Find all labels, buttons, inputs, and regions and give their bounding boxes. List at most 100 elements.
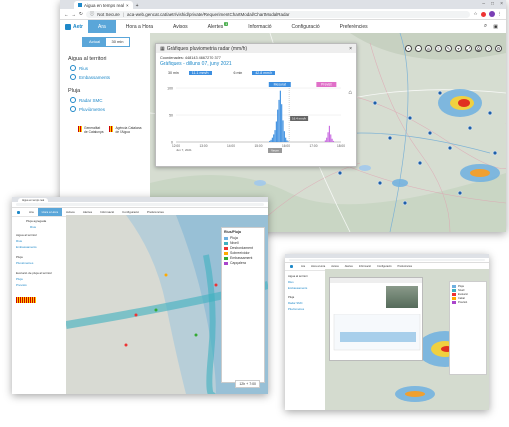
link-pluviometres[interactable]: Pluviòmetres bbox=[70, 106, 150, 112]
raingauge-icon bbox=[70, 106, 76, 112]
address-bar-row: ← → ↻ ⓘ Not Secure | aca-web.gencat.cat/… bbox=[60, 9, 506, 20]
home-icon[interactable]: ⌂ bbox=[348, 90, 352, 96]
map-toolbar: + − ◎ ≡ ✎ ⌖ ⤢ ⎙ ? ⚙ bbox=[405, 45, 502, 52]
aca-logo: Agència Catalana de l'Aigua bbox=[109, 126, 141, 134]
w3-logo[interactable] bbox=[285, 265, 298, 268]
modal-subtitle: Gràfiques - dilluns 07, juny 2021 bbox=[160, 61, 232, 67]
draw-button[interactable]: ✎ bbox=[445, 45, 452, 52]
w2-side-3[interactable]: Rius bbox=[16, 239, 66, 243]
w2-browser-tab[interactable]: Aigua en temps real bbox=[18, 198, 49, 202]
browser-tab[interactable]: Aigua en temps real × bbox=[74, 1, 133, 9]
w3-legend-swatch-3 bbox=[452, 297, 456, 300]
w2-url-field[interactable] bbox=[16, 203, 264, 206]
lock-icon[interactable]: ▣ bbox=[493, 24, 498, 30]
w3-legend-row-0[interactable]: Pluja bbox=[452, 285, 484, 288]
w2-legend-row-0[interactable]: Pluja bbox=[224, 236, 262, 240]
measure-button[interactable]: ⌖ bbox=[455, 45, 462, 52]
star-icon[interactable]: ☆ bbox=[473, 11, 477, 17]
w3-map[interactable]: Pluja Nivell Evolució Cabal Previsió bbox=[325, 269, 489, 410]
w2-map[interactable]: Rius/Pluja Pluja Nivell Desbordament Sob… bbox=[66, 215, 268, 394]
w3-url-field[interactable] bbox=[289, 259, 485, 261]
nav-ara[interactable]: Ara bbox=[88, 20, 116, 33]
w3-side-1[interactable]: Rius bbox=[288, 280, 322, 284]
w3-side-4[interactable]: Radar SMC bbox=[288, 301, 322, 305]
zoom-in-button[interactable]: + bbox=[405, 45, 412, 52]
w2-logo[interactable] bbox=[12, 210, 25, 214]
chip1-value: 11.1 mm/h bbox=[188, 71, 212, 75]
w3-detail-modal bbox=[329, 277, 423, 361]
nav-alertes[interactable]: Alertes 1 bbox=[198, 20, 239, 33]
bar-mesurat bbox=[286, 140, 288, 142]
w3-legend-row-3[interactable]: Cabal bbox=[452, 297, 484, 300]
reload-button[interactable]: ↻ bbox=[79, 11, 83, 17]
link-radar-smc[interactable]: Radar SMC bbox=[70, 97, 150, 103]
nav-informacio[interactable]: Informació bbox=[238, 20, 281, 33]
w2-legend-row-5[interactable]: Capçalera bbox=[224, 261, 262, 265]
bar-mesurat bbox=[277, 109, 279, 142]
locate-button[interactable]: ◎ bbox=[425, 45, 432, 52]
layers-button[interactable]: ≡ bbox=[435, 45, 442, 52]
back-button[interactable]: ← bbox=[64, 12, 69, 17]
w2-legend-row-1[interactable]: Nivell bbox=[224, 241, 262, 245]
w2-legend-label-3: Sobreeixidor bbox=[230, 251, 250, 255]
link-embassaments[interactable]: Embassaments bbox=[70, 74, 150, 80]
generalitat-emblem-icon bbox=[78, 126, 82, 132]
w2-tab-bar: Aigua en temps real bbox=[12, 197, 268, 202]
org1-line2: de Catalunya bbox=[84, 130, 104, 134]
tab-close-icon[interactable]: × bbox=[126, 3, 129, 8]
nav-configuracio[interactable]: Configuració bbox=[282, 20, 330, 33]
new-tab-button[interactable]: + bbox=[136, 3, 139, 9]
w2-logo-icon bbox=[17, 210, 20, 214]
menu-icon[interactable]: ⋮ bbox=[498, 11, 503, 17]
w3-side-5[interactable]: Pluviòmetres bbox=[288, 307, 322, 311]
favicon-icon bbox=[78, 3, 82, 7]
w3-legend-row-2[interactable]: Evolució bbox=[452, 293, 484, 296]
w2-legend-row-3[interactable]: Sobreeixidor bbox=[224, 251, 262, 255]
modal-header: ▦ Gràfiques pluviometria radar (mm/h) × bbox=[156, 44, 356, 53]
close-window-button[interactable]: × bbox=[500, 1, 503, 7]
aca-emblem-icon bbox=[109, 126, 114, 132]
maximize-button[interactable]: □ bbox=[491, 1, 494, 7]
app-logo[interactable]: Aetr bbox=[60, 23, 88, 30]
link-embassaments-label: Embassaments bbox=[79, 74, 111, 80]
nav-avisos[interactable]: Avisos bbox=[163, 20, 198, 33]
forward-button[interactable]: → bbox=[72, 12, 77, 17]
w3-side-0: Aigua al territori bbox=[288, 274, 308, 278]
nav-preferencies[interactable]: Preferències bbox=[330, 20, 378, 33]
w2-side-1[interactable]: Rius bbox=[30, 225, 66, 229]
tab-bar: Aigua en temps real × + – □ × bbox=[60, 0, 506, 9]
w2-side-6[interactable]: Pluviòmetres bbox=[16, 261, 66, 265]
time-toggle[interactable]: Actual 30 min bbox=[82, 37, 130, 47]
w2-side-8[interactable]: Pluja bbox=[16, 277, 66, 281]
profile-avatar[interactable] bbox=[488, 11, 495, 17]
print-button[interactable]: ⎙ bbox=[475, 45, 482, 52]
modal-close-button[interactable]: × bbox=[349, 46, 352, 52]
fullscreen-button[interactable]: ⤢ bbox=[465, 45, 472, 52]
w3-legend-row-1[interactable]: Nivell bbox=[452, 289, 484, 292]
toggle-30min[interactable]: 30 min bbox=[106, 38, 129, 46]
toggle-actual[interactable]: Actual bbox=[83, 38, 106, 46]
url-text: aca-web.gencat.cat/aetr/vishid/private/R… bbox=[126, 11, 290, 17]
third-browser-window: Ara Hora a Hora Avisos Alertes Informaci… bbox=[285, 254, 489, 410]
minimize-button[interactable]: – bbox=[482, 1, 485, 7]
river-icon bbox=[70, 65, 76, 71]
w3-legend-row-4[interactable]: Previsió bbox=[452, 301, 484, 304]
zoom-out-button[interactable]: − bbox=[415, 45, 422, 52]
w2-side-4[interactable]: Embassaments bbox=[16, 245, 66, 249]
help-button[interactable]: ? bbox=[485, 45, 492, 52]
w2-legend-row-4[interactable]: Embassament bbox=[224, 256, 262, 260]
w2-side-9[interactable]: Previsió bbox=[16, 283, 66, 287]
chart-icon: ▦ bbox=[160, 45, 165, 52]
w2-sidebar: Pluja agregada Rius Aigua al territori R… bbox=[12, 215, 66, 394]
link-rius[interactable]: Rius bbox=[70, 65, 150, 71]
settings-button[interactable]: ⚙ bbox=[495, 45, 502, 52]
w3-side-2[interactable]: Embassaments bbox=[288, 286, 322, 290]
x-tick-label: 13:00 bbox=[200, 144, 208, 148]
url-field[interactable]: ⓘ Not Secure | aca-web.gencat.cat/aetr/v… bbox=[85, 10, 471, 18]
extension-icon[interactable] bbox=[480, 11, 486, 17]
w2-legend-row-2[interactable]: Desbordament bbox=[224, 246, 262, 250]
search-icon[interactable]: ⌕ bbox=[484, 23, 487, 30]
w2-legend-swatch-2 bbox=[224, 246, 228, 250]
nav-hora-a-hora[interactable]: Hora a Hora bbox=[116, 20, 163, 33]
bar-mesurat bbox=[282, 120, 284, 142]
